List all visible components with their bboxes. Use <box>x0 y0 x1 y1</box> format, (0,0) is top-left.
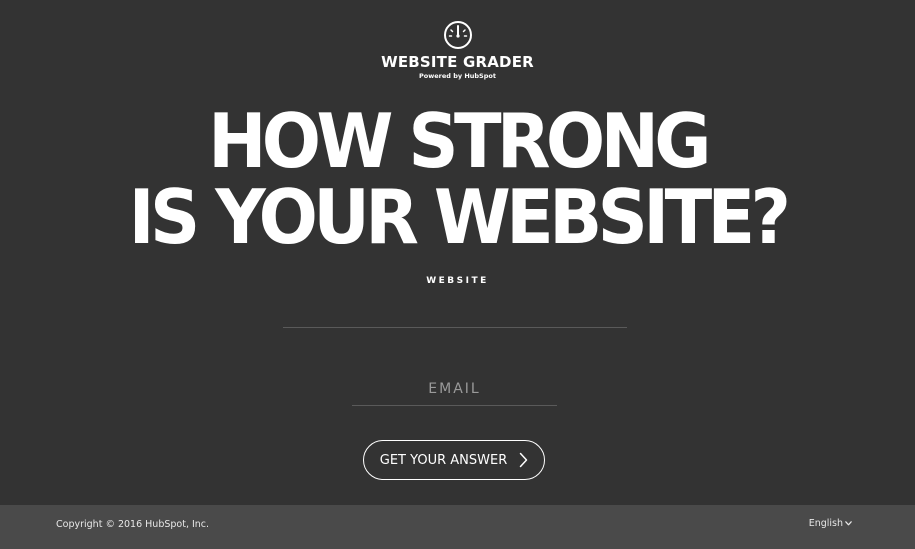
language-label: English <box>808 518 843 529</box>
chevron-right-icon <box>519 452 528 468</box>
brand-logo[interactable]: WEBSITE GRADER Powered by HubSpot <box>0 20 915 80</box>
submit-button-label: GET YOUR ANSWER <box>379 452 508 468</box>
hero-section: WEBSITE GRADER Powered by HubSpot HOW ST… <box>0 0 915 505</box>
website-field-label: WEBSITE <box>426 276 489 286</box>
headline-line-2: IS YOUR WEBSITE? <box>128 173 791 261</box>
page-headline: HOW STRONG IS YOUR WEBSITE? <box>32 103 883 255</box>
get-your-answer-button[interactable]: GET YOUR ANSWER <box>363 440 545 480</box>
email-input[interactable] <box>352 372 557 406</box>
chevron-down-icon <box>845 521 852 526</box>
powered-by-text: Powered by HubSpot <box>419 72 496 80</box>
gauge-icon <box>443 20 473 50</box>
headline-line-1: HOW STRONG <box>208 97 711 185</box>
copyright-text: Copyright © 2016 HubSpot, Inc. <box>56 519 210 530</box>
brand-name: WEBSITE GRADER <box>381 53 534 71</box>
website-input[interactable] <box>283 290 627 328</box>
page-footer: Copyright © 2016 HubSpot, Inc. English <box>0 505 915 549</box>
language-selector[interactable]: English <box>809 518 852 529</box>
